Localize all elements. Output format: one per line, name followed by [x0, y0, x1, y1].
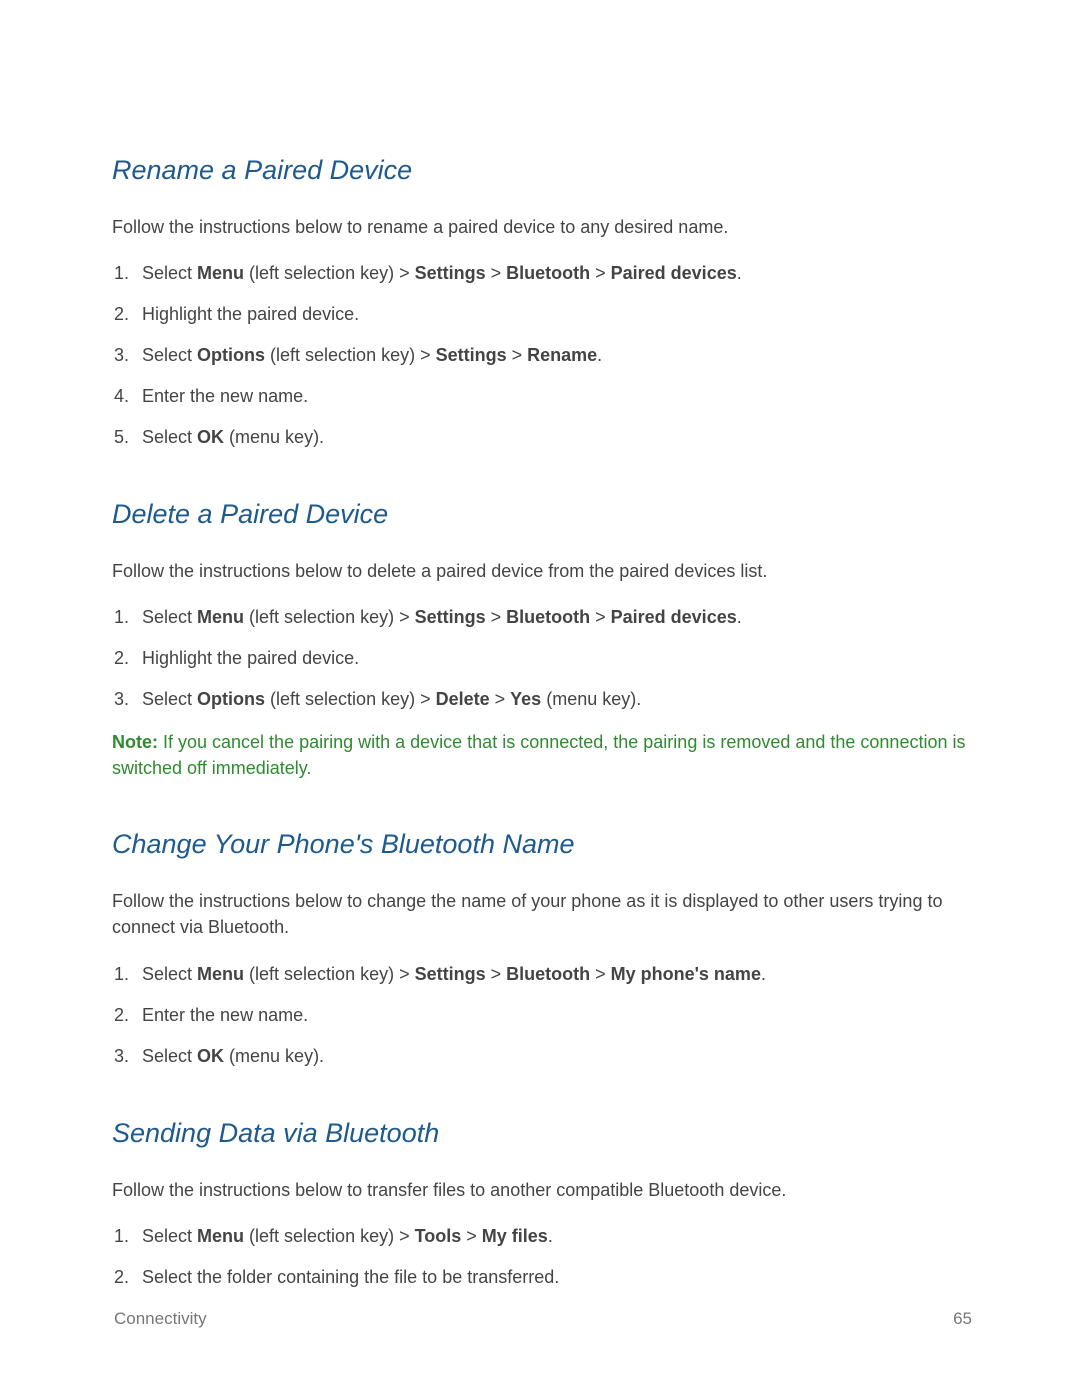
step-text: >	[590, 964, 611, 984]
step-text: Select	[142, 689, 197, 709]
footer-page-number: 65	[953, 1309, 972, 1329]
step-text: (left selection key) >	[244, 607, 415, 627]
note-text: If you cancel the pairing with a device …	[112, 732, 965, 778]
step-bold-text: Menu	[197, 263, 244, 283]
step-list: Select Menu (left selection key) > Setti…	[112, 260, 972, 451]
step-text: Select	[142, 427, 197, 447]
step-text: Select	[142, 607, 197, 627]
step-bold-text: Paired devices	[611, 263, 737, 283]
step-text: .	[737, 607, 742, 627]
step-item: Highlight the paired device.	[134, 645, 972, 672]
step-text: (left selection key) >	[265, 345, 436, 365]
step-text: Highlight the paired device.	[142, 648, 359, 668]
step-bold-text: My files	[482, 1226, 548, 1246]
step-bold-text: Delete	[436, 689, 490, 709]
page-footer: Connectivity 65	[114, 1309, 972, 1329]
section-heading: Change Your Phone's Bluetooth Name	[112, 829, 972, 860]
step-text: Select	[142, 964, 197, 984]
step-text: (left selection key) >	[244, 1226, 415, 1246]
step-bold-text: Options	[197, 689, 265, 709]
step-item: Highlight the paired device.	[134, 301, 972, 328]
step-text: >	[590, 263, 611, 283]
step-text: (menu key).	[224, 427, 324, 447]
step-item: Select the folder containing the file to…	[134, 1264, 972, 1291]
step-bold-text: My phone's name	[611, 964, 761, 984]
step-text: >	[590, 607, 611, 627]
step-list: Select Menu (left selection key) > Setti…	[112, 604, 972, 713]
step-text: (left selection key) >	[244, 964, 415, 984]
step-bold-text: Settings	[415, 964, 486, 984]
section-intro: Follow the instructions below to rename …	[112, 214, 972, 240]
step-text: Select	[142, 263, 197, 283]
section-intro: Follow the instructions below to change …	[112, 888, 972, 940]
step-text: >	[507, 345, 528, 365]
step-text: .	[761, 964, 766, 984]
step-bold-text: Menu	[197, 964, 244, 984]
step-text: Select	[142, 1046, 197, 1066]
step-bold-text: Settings	[415, 607, 486, 627]
section-heading: Delete a Paired Device	[112, 499, 972, 530]
step-bold-text: OK	[197, 427, 224, 447]
step-text: (left selection key) >	[244, 263, 415, 283]
step-text: (menu key).	[224, 1046, 324, 1066]
step-text: >	[490, 689, 511, 709]
section-intro: Follow the instructions below to delete …	[112, 558, 972, 584]
step-bold-text: Menu	[197, 1226, 244, 1246]
step-text: Select	[142, 1226, 197, 1246]
step-text: >	[486, 964, 507, 984]
step-text: >	[486, 607, 507, 627]
step-text: Enter the new name.	[142, 386, 308, 406]
step-item: Select OK (menu key).	[134, 424, 972, 451]
section-heading: Sending Data via Bluetooth	[112, 1118, 972, 1149]
step-item: Enter the new name.	[134, 383, 972, 410]
step-list: Select Menu (left selection key) > Setti…	[112, 961, 972, 1070]
step-text: Enter the new name.	[142, 1005, 308, 1025]
step-item: Select OK (menu key).	[134, 1043, 972, 1070]
step-item: Select Options (left selection key) > De…	[134, 686, 972, 713]
step-text: (menu key).	[541, 689, 641, 709]
step-bold-text: Bluetooth	[506, 263, 590, 283]
step-bold-text: Settings	[415, 263, 486, 283]
step-bold-text: Rename	[527, 345, 597, 365]
step-text: >	[461, 1226, 482, 1246]
section-heading: Rename a Paired Device	[112, 155, 972, 186]
step-list: Select Menu (left selection key) > Tools…	[112, 1223, 972, 1291]
section-intro: Follow the instructions below to transfe…	[112, 1177, 972, 1203]
step-bold-text: Bluetooth	[506, 607, 590, 627]
step-bold-text: Bluetooth	[506, 964, 590, 984]
step-bold-text: Tools	[415, 1226, 462, 1246]
step-bold-text: OK	[197, 1046, 224, 1066]
step-item: Enter the new name.	[134, 1002, 972, 1029]
step-text: Select	[142, 345, 197, 365]
note: Note: If you cancel the pairing with a d…	[112, 729, 972, 781]
step-bold-text: Menu	[197, 607, 244, 627]
note-label: Note:	[112, 732, 158, 752]
step-bold-text: Paired devices	[611, 607, 737, 627]
step-bold-text: Settings	[436, 345, 507, 365]
step-text: Highlight the paired device.	[142, 304, 359, 324]
step-item: Select Options (left selection key) > Se…	[134, 342, 972, 369]
step-text: >	[486, 263, 507, 283]
step-text: .	[548, 1226, 553, 1246]
step-item: Select Menu (left selection key) > Setti…	[134, 604, 972, 631]
step-bold-text: Options	[197, 345, 265, 365]
footer-section: Connectivity	[114, 1309, 207, 1329]
step-text: .	[737, 263, 742, 283]
step-item: Select Menu (left selection key) > Tools…	[134, 1223, 972, 1250]
step-text: (left selection key) >	[265, 689, 436, 709]
step-text: Select the folder containing the file to…	[142, 1267, 559, 1287]
page-content: Rename a Paired Device Follow the instruc…	[0, 0, 1080, 1365]
step-item: Select Menu (left selection key) > Setti…	[134, 260, 972, 287]
step-item: Select Menu (left selection key) > Setti…	[134, 961, 972, 988]
step-bold-text: Yes	[510, 689, 541, 709]
step-text: .	[597, 345, 602, 365]
